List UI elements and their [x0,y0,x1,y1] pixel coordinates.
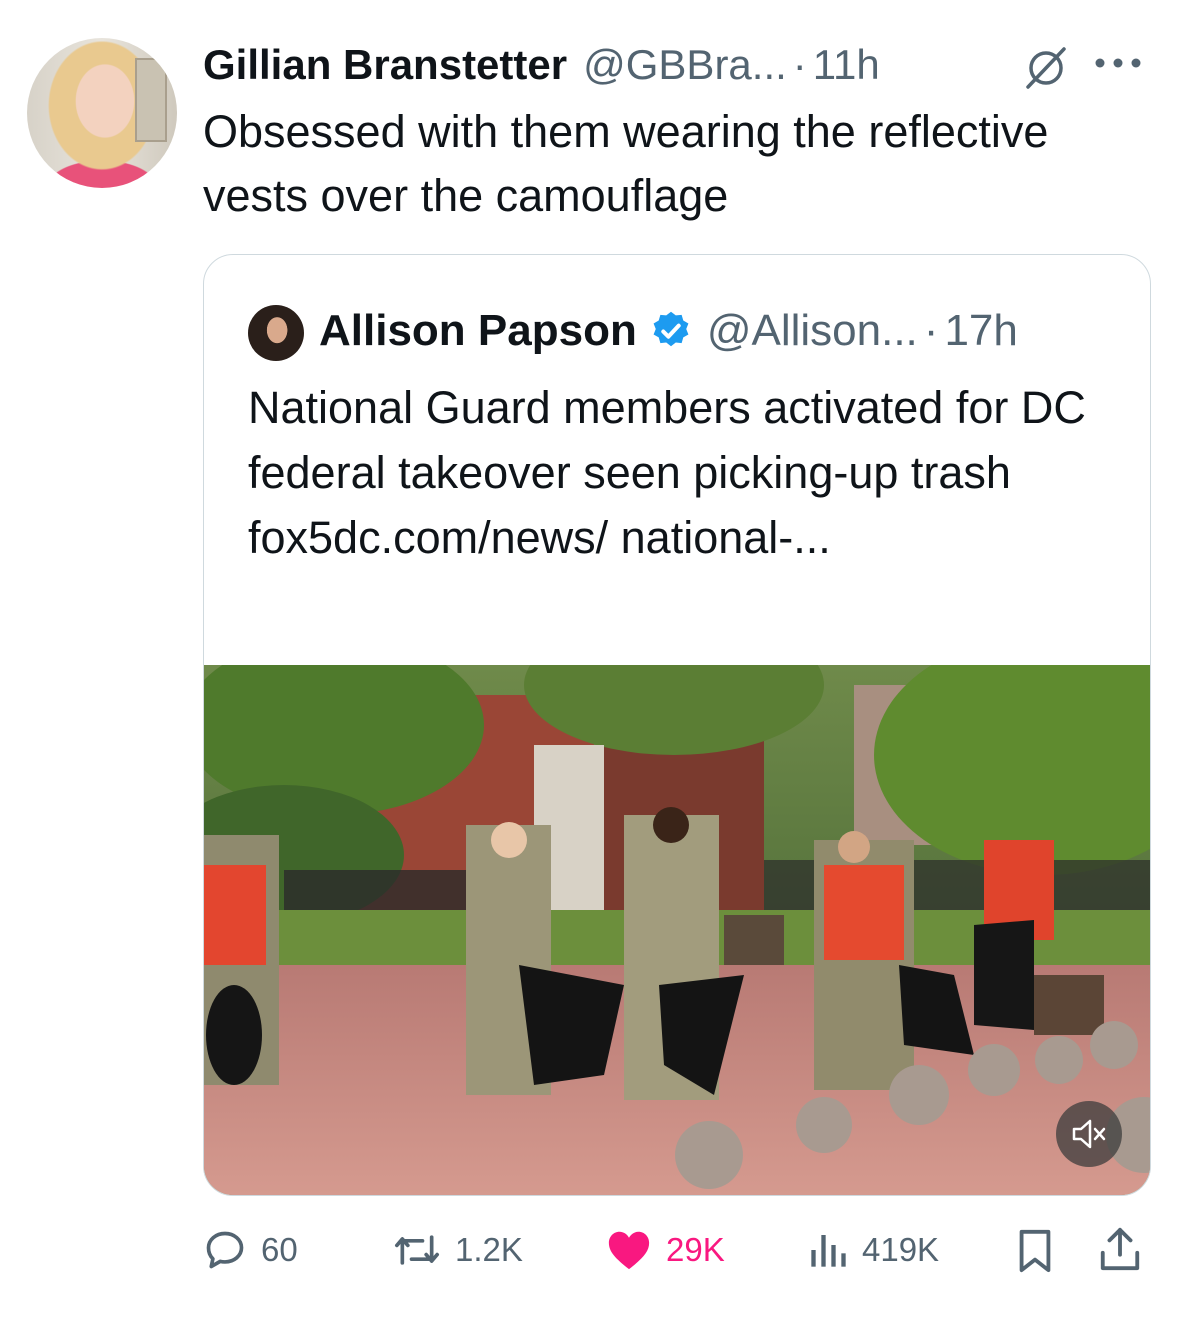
quoted-separator-dot: · [923,306,939,355]
views-button[interactable]: 419K [808,1222,939,1278]
repost-count: 1.2K [455,1231,523,1268]
quoted-author-handle[interactable]: @Allison... [707,306,918,356]
more-options-icon[interactable] [1088,56,1148,70]
quoted-author-name[interactable]: Allison Papson [319,306,637,356]
reply-icon [206,1231,244,1269]
author-name[interactable]: Gillian Branstetter [203,41,567,89]
share-icon[interactable] [1098,1226,1142,1272]
action-bar: 60 1.2K 29K 419K [203,1222,1149,1278]
mute-button[interactable] [1056,1101,1122,1167]
quoted-tweet-card[interactable]: Allison Papson @Allison... · 17h Nationa… [203,254,1151,1196]
like-count: 29K [666,1231,725,1268]
author-avatar[interactable] [27,38,177,188]
reply-button[interactable]: 60 [203,1222,298,1278]
repost-button[interactable]: 1.2K [393,1222,523,1278]
quoted-author-avatar[interactable] [248,305,304,361]
grok-icon[interactable] [1020,46,1072,90]
repost-icon [395,1235,439,1265]
reply-count: 60 [261,1231,298,1268]
verified-badge-icon [653,311,689,347]
quoted-timestamp[interactable]: 17h [944,306,1017,356]
video-player[interactable] [204,665,1150,1195]
quoted-tweet-header: Allison Papson @Allison... · 17h [319,301,1018,361]
view-count: 419K [862,1231,940,1268]
speaker-muted-icon [1072,1119,1106,1149]
separator-dot: · [792,41,807,88]
bookmark-icon[interactable] [1015,1228,1055,1274]
timestamp[interactable]: 11h [813,41,880,89]
quoted-tweet-text: National Guard members activated for DC … [248,382,1086,563]
heart-icon [608,1231,650,1270]
views-chart-icon [811,1235,846,1267]
like-button[interactable]: 29K [606,1222,725,1278]
tweet-text: Obsessed with them wearing the reflectiv… [203,106,1049,221]
tweet-header: Gillian Branstetter @GBBra... · 11h [203,38,880,92]
author-handle[interactable]: @GBBra... [583,41,787,89]
